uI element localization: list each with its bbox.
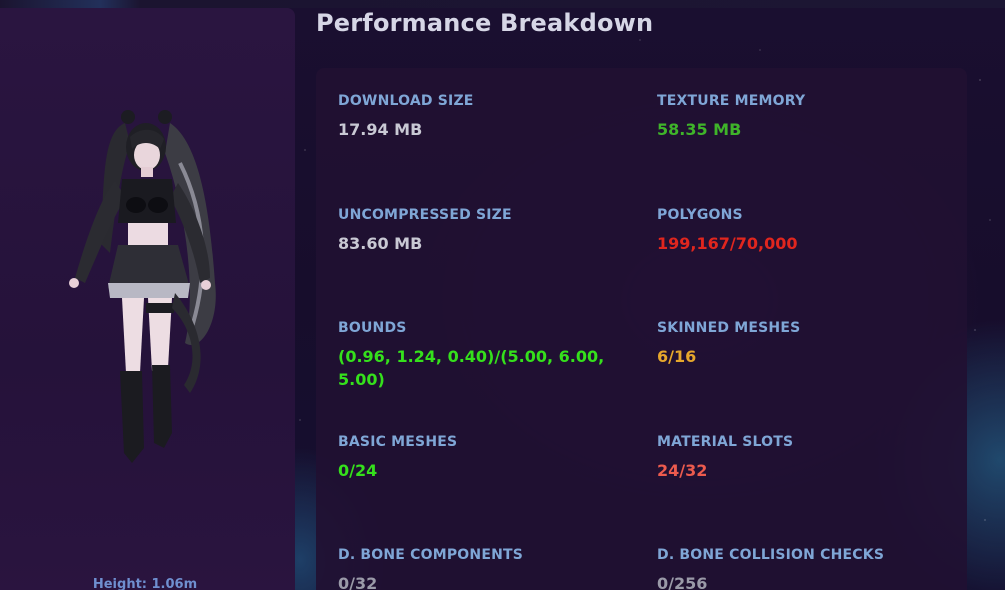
stat-polygons: POLYGONS 199,167/70,000 bbox=[657, 206, 957, 255]
stat-download-size: DOWNLOAD SIZE 17.94 MB bbox=[338, 92, 638, 141]
avatar-height-label: Height: 1.06m bbox=[92, 577, 198, 590]
stat-dbone-components: D. BONE COMPONENTS 0/32 bbox=[338, 546, 638, 590]
stat-value: 58.35 MB bbox=[657, 120, 742, 139]
stat-value: 24/32 bbox=[657, 461, 708, 480]
stat-label: BASIC MESHES bbox=[338, 434, 458, 450]
stat-value: 17.94 MB bbox=[338, 120, 423, 139]
stat-material-slots: MATERIAL SLOTS 24/32 bbox=[657, 433, 957, 482]
stat-value: 0/32 bbox=[338, 574, 378, 590]
stat-label: SKINNED MESHES bbox=[657, 320, 801, 336]
avatar-preview-panel: Height: 1.06m bbox=[0, 8, 295, 590]
stat-basic-meshes: BASIC MESHES 0/24 bbox=[338, 433, 638, 482]
stat-label: BOUNDS bbox=[338, 320, 407, 336]
top-strip bbox=[0, 0, 1005, 8]
stat-value: 0/256 bbox=[657, 574, 708, 590]
page-title: Performance Breakdown bbox=[316, 9, 654, 37]
stat-label: D. BONE COLLISION CHECKS bbox=[657, 547, 885, 563]
stat-label: MATERIAL SLOTS bbox=[657, 434, 794, 450]
stat-uncompressed-size: UNCOMPRESSED SIZE 83.60 MB bbox=[338, 206, 638, 255]
stat-value: 0/24 bbox=[338, 461, 378, 480]
stat-value: 199,167/70,000 bbox=[657, 234, 798, 253]
stat-label: POLYGONS bbox=[657, 207, 743, 223]
stat-value: (0.96, 1.24, 0.40)/(5.00, 6.00, 5.00) bbox=[338, 347, 605, 389]
stat-dbone-collision-checks: D. BONE COLLISION CHECKS 0/256 bbox=[657, 546, 957, 590]
stat-label: UNCOMPRESSED SIZE bbox=[338, 207, 512, 223]
stat-value: 83.60 MB bbox=[338, 234, 423, 253]
stat-label: DOWNLOAD SIZE bbox=[338, 93, 474, 109]
avatar-model-image bbox=[69, 110, 216, 463]
stat-value: 6/16 bbox=[657, 347, 697, 366]
stat-label: D. BONE COMPONENTS bbox=[338, 547, 524, 563]
stat-label: TEXTURE MEMORY bbox=[657, 93, 806, 109]
stat-skinned-meshes: SKINNED MESHES 6/16 bbox=[657, 319, 957, 368]
performance-stats-card: DOWNLOAD SIZE 17.94 MB TEXTURE MEMORY 58… bbox=[316, 68, 967, 590]
stat-bounds: BOUNDS (0.96, 1.24, 0.40)/(5.00, 6.00, 5… bbox=[338, 319, 628, 391]
stat-texture-memory: TEXTURE MEMORY 58.35 MB bbox=[657, 92, 957, 141]
